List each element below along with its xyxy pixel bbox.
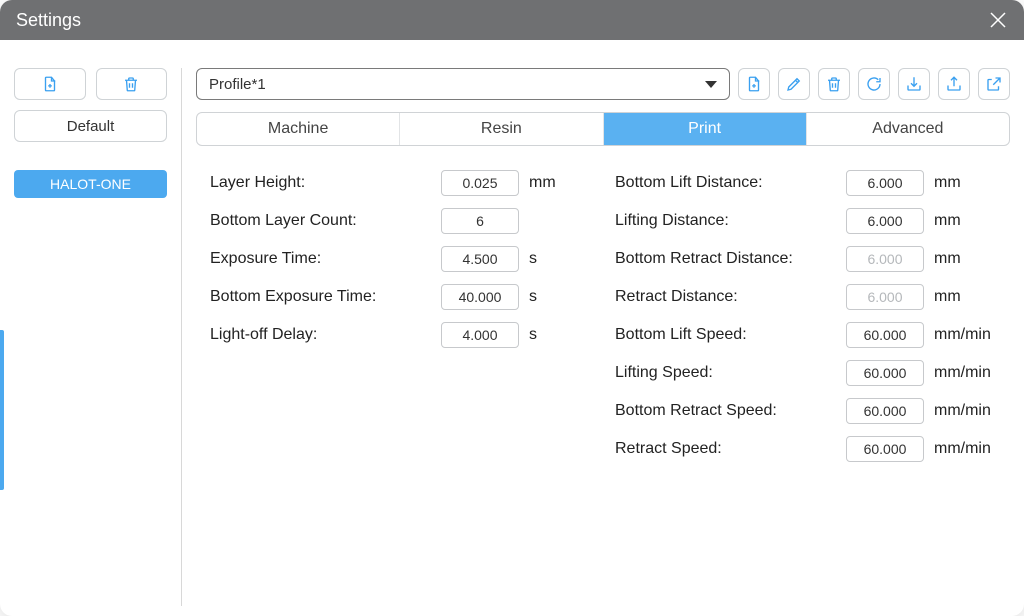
param-row: Lifting Distance: mm [615,206,996,236]
profile-select[interactable]: Profile*1 [196,68,730,100]
param-unit: mm/min [924,440,996,458]
close-icon [989,11,1007,29]
param-unit: mm [924,212,996,230]
param-row: Bottom Retract Speed: mm/min [615,396,996,426]
param-input [846,284,924,310]
profile-selected-label: Profile*1 [209,76,266,93]
param-row: Exposure Time: s [210,244,591,274]
param-unit: mm/min [924,326,996,344]
param-label: Light-off Delay: [210,326,441,344]
main-panel: Profile*1 [196,68,1010,606]
param-unit: mm [519,174,591,192]
param-input[interactable] [846,360,924,386]
left-column: Layer Height: mm Bottom Layer Count: Exposu… [210,168,591,464]
param-unit: mm/min [924,364,996,382]
tabs: Machine Resin Print Advanced [196,112,1010,146]
device-item[interactable]: HALOT-ONE [14,170,167,198]
delete-profile-button[interactable] [96,68,168,100]
share-button[interactable] [978,68,1010,100]
profile-toolbar: Profile*1 [196,68,1010,100]
tab-machine[interactable]: Machine [197,113,400,145]
settings-window: Settings Default HALOT-ONE [0,0,1024,616]
tab-print[interactable]: Print [604,113,807,145]
chevron-down-icon [705,81,717,88]
param-row: Bottom Exposure Time: s [210,282,591,312]
param-input[interactable] [441,322,519,348]
trash-button[interactable] [818,68,850,100]
param-row: Bottom Lift Speed: mm/min [615,320,996,350]
param-input[interactable] [441,246,519,272]
external-link-icon [985,75,1003,93]
tab-machine-label: Machine [268,120,328,138]
sidebar: Default HALOT-ONE [14,68,182,606]
param-row: Bottom Layer Count: [210,206,591,236]
device-label: HALOT-ONE [50,176,131,192]
param-row: Bottom Lift Distance: mm [615,168,996,198]
right-column: Bottom Lift Distance:mmLifting Distance:… [615,168,996,464]
tab-resin-label: Resin [481,120,522,138]
refresh-icon [865,75,883,93]
add-profile-button[interactable] [14,68,86,100]
param-row: Layer Height: mm [210,168,591,198]
param-label: Retract Distance: [615,288,846,306]
import-icon [905,75,923,93]
param-row: Light-off Delay: s [210,320,591,350]
param-label: Bottom Retract Distance: [615,250,846,268]
param-row: Retract Distance: mm [615,282,996,312]
param-row: Bottom Retract Distance: mm [615,244,996,274]
param-label: Bottom Lift Distance: [615,174,846,192]
param-input[interactable] [846,436,924,462]
new-file-button[interactable] [738,68,770,100]
param-input[interactable] [846,208,924,234]
param-input[interactable] [846,170,924,196]
body: Default HALOT-ONE Profile*1 [0,40,1024,616]
param-row: Lifting Speed: mm/min [615,358,996,388]
edit-button[interactable] [778,68,810,100]
param-unit: s [519,288,591,306]
export-icon [945,75,963,93]
sidebar-top-buttons [14,68,167,100]
scrollbar-thumb[interactable] [0,330,4,490]
param-label: Lifting Speed: [615,364,846,382]
param-input [846,246,924,272]
param-input[interactable] [441,170,519,196]
param-unit: mm [924,174,996,192]
param-label: Bottom Exposure Time: [210,288,441,306]
close-button[interactable] [984,6,1012,34]
params-area: Layer Height: mm Bottom Layer Count: Exposu… [196,158,1010,464]
param-input[interactable] [846,398,924,424]
trash-icon [825,75,843,93]
file-plus-icon [745,75,763,93]
param-unit: mm [924,250,996,268]
param-label: Layer Height: [210,174,441,192]
param-unit: s [519,326,591,344]
window-title: Settings [16,10,984,31]
param-label: Lifting Distance: [615,212,846,230]
tab-print-label: Print [688,120,721,138]
param-input[interactable] [441,284,519,310]
param-unit: mm/min [924,402,996,420]
param-input[interactable] [846,322,924,348]
refresh-button[interactable] [858,68,890,100]
param-label: Bottom Retract Speed: [615,402,846,420]
tab-resin[interactable]: Resin [400,113,603,145]
trash-icon [122,75,140,93]
default-profile-button[interactable]: Default [14,110,167,142]
export-button[interactable] [938,68,970,100]
param-label: Retract Speed: [615,440,846,458]
tab-advanced-label: Advanced [872,120,943,138]
param-label: Bottom Lift Speed: [615,326,846,344]
default-label: Default [67,118,115,135]
param-input[interactable] [441,208,519,234]
tab-advanced[interactable]: Advanced [807,113,1009,145]
import-button[interactable] [898,68,930,100]
param-row: Retract Speed: mm/min [615,434,996,464]
param-label: Bottom Layer Count: [210,212,441,230]
param-label: Exposure Time: [210,250,441,268]
file-plus-icon [41,75,59,93]
param-unit: mm [924,288,996,306]
pencil-icon [785,75,803,93]
titlebar: Settings [0,0,1024,40]
param-unit: s [519,250,591,268]
